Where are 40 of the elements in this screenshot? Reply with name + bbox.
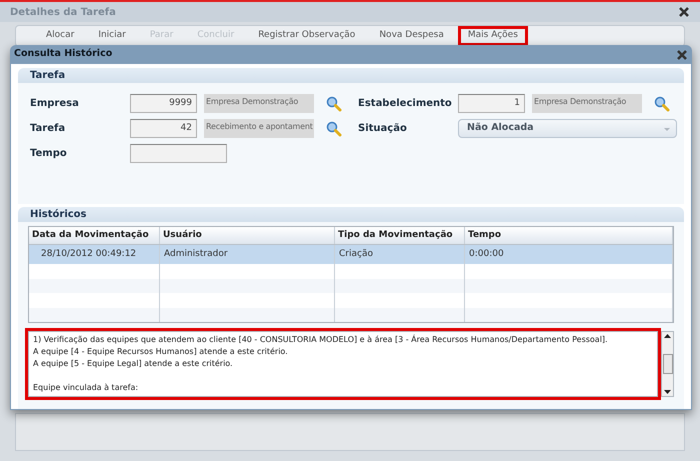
code-field[interactable]: 9999	[130, 94, 197, 113]
column-header[interactable]: Data da Movimentação	[29, 227, 160, 244]
toolbar-button[interactable]: Nova Despesa	[369, 26, 454, 46]
scroll-up-icon[interactable]	[663, 332, 672, 341]
close-icon[interactable]	[678, 6, 690, 18]
toolbar-button[interactable]: Iniciar	[88, 26, 136, 46]
dialog-title: Consulta Histórico	[14, 47, 114, 62]
description-field: Empresa Demonstração	[204, 94, 314, 113]
search-icon[interactable]	[326, 96, 342, 112]
scroll-down-icon[interactable]	[663, 387, 672, 396]
field-label: Situação	[358, 122, 408, 136]
notes-line: 1) Verificação das equipes que atendem ao cliente [40 - CONSULTORIA MODELO] e à área [3 - Área Recursos Humanos/Departamento Pessoal].	[33, 334, 609, 346]
column-header[interactable]: Tempo	[465, 227, 673, 244]
field-label: Estabelecimento	[358, 97, 453, 111]
search-icon[interactable]	[654, 96, 670, 112]
toolbar-button[interactable]: Registrar Observação	[248, 26, 366, 46]
close-icon[interactable]	[676, 48, 688, 60]
code-field[interactable]: 1	[458, 94, 525, 113]
window-title: Detalhes da Tarefa	[10, 6, 117, 20]
description-field: Recebimento e apontament	[204, 119, 314, 138]
notes-line: A equipe [5 - Equipe Legal] atende a este critério.	[33, 358, 234, 370]
field-label: Tempo	[30, 147, 68, 161]
time-field[interactable]	[130, 144, 227, 163]
notes-line: Equipe vinculada à tarefa:	[33, 382, 140, 394]
scroll-thumb[interactable]	[662, 354, 672, 374]
description-field: Empresa Demonstração	[532, 94, 642, 113]
field-label: Tarefa	[30, 122, 66, 136]
section-header: Tarefa	[18, 68, 684, 83]
column-header[interactable]: Usuário	[160, 227, 335, 244]
toolbar-button[interactable]: Alocar	[36, 26, 84, 46]
status-dropdown[interactable]: Não Alocada	[458, 119, 677, 138]
table-row[interactable]: 28/10/2012 00:49:12 Administrador Criação 0:00:00	[29, 245, 673, 264]
section-header: Históricos	[18, 207, 684, 222]
code-field[interactable]: 42	[130, 119, 197, 138]
scrollbar[interactable]	[661, 331, 674, 397]
field-label: Empresa	[30, 97, 80, 111]
search-icon[interactable]	[326, 120, 342, 136]
column-header[interactable]: Tipo da Movimentação	[335, 227, 465, 244]
notes-line: A equipe [4 - Equipe Recursos Humanos] atende a este critério.	[33, 346, 289, 358]
notes-area[interactable]	[25, 328, 661, 400]
